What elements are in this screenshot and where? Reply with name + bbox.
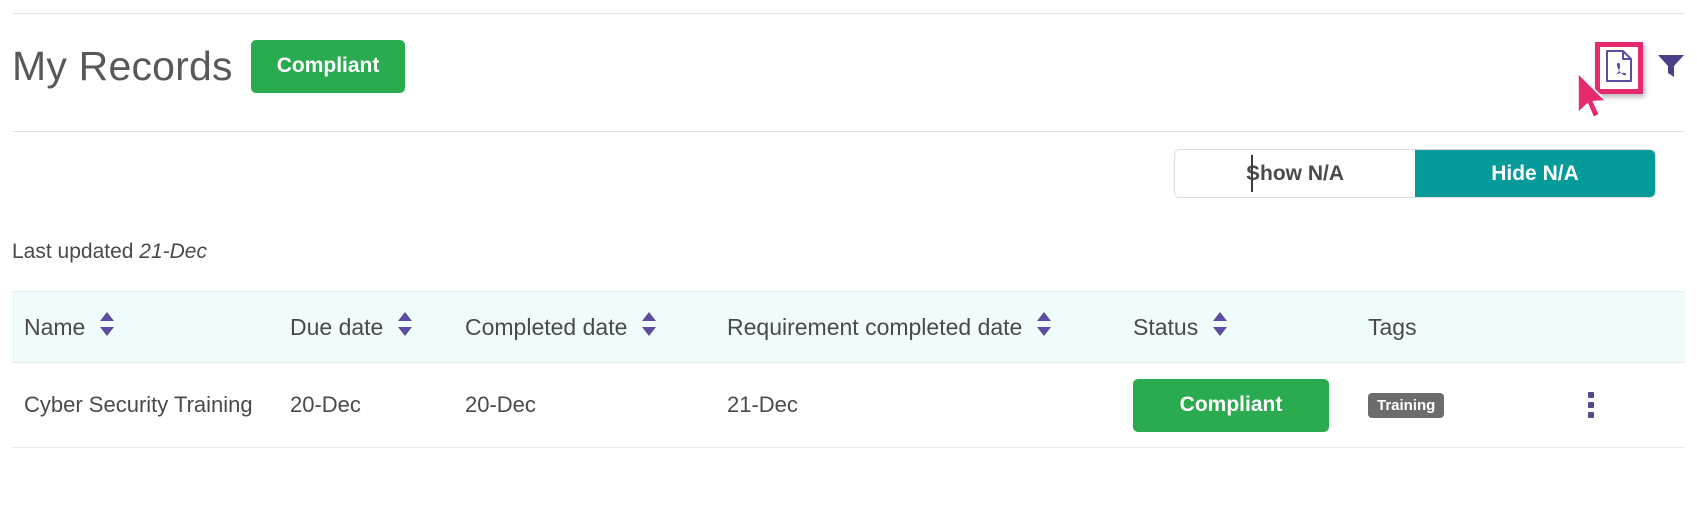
show-na-button[interactable]: Show N/A (1175, 150, 1415, 197)
my-records-page: My Records Compliant Show N/A Hide N/A L… (0, 0, 1697, 522)
row-status-badge[interactable]: Compliant (1133, 378, 1329, 432)
kebab-dot (1588, 402, 1594, 408)
cell-tags: Training (1368, 392, 1578, 418)
column-header-status-label: Status (1133, 313, 1199, 340)
header-bottom-divider (12, 131, 1685, 132)
column-header-name[interactable]: Name (12, 311, 290, 343)
last-updated-value: 21-Dec (139, 240, 207, 263)
hide-na-button[interactable]: Hide N/A (1415, 150, 1655, 197)
cell-status: Compliant (1133, 378, 1368, 432)
filter-funnel-icon[interactable] (1657, 53, 1685, 79)
sort-arrows-icon[interactable] (98, 311, 116, 343)
tag-chip: Training (1368, 392, 1445, 418)
top-divider (12, 13, 1685, 14)
page-title: My Records (12, 42, 233, 89)
column-header-requirement-completed-date-label: Requirement completed date (727, 313, 1023, 340)
page-header: My Records Compliant (0, 22, 1697, 110)
column-header-name-label: Name (24, 313, 86, 340)
table-row[interactable]: Cyber Security Training 20-Dec 20-Dec 21… (12, 363, 1685, 448)
sort-arrows-icon[interactable] (396, 311, 414, 343)
text-caret (1251, 155, 1253, 192)
column-header-tags: Tags (1368, 314, 1578, 341)
kebab-menu-icon[interactable] (1578, 388, 1604, 422)
last-updated-prefix: Last updated (12, 240, 134, 263)
cell-due-date: 20-Dec (290, 392, 361, 417)
na-filter-toggle-group: Show N/A Hide N/A (1175, 150, 1655, 197)
column-header-completed-date-label: Completed date (465, 313, 628, 340)
sort-arrows-icon[interactable] (1035, 311, 1053, 343)
cell-actions (1578, 388, 1678, 422)
kebab-dot (1588, 392, 1594, 398)
column-header-status[interactable]: Status (1133, 311, 1368, 343)
cell-completed-date: 20-Dec (465, 392, 536, 417)
cell-name: Cyber Security Training (24, 392, 253, 417)
kebab-dot (1588, 412, 1594, 418)
column-header-tags-label: Tags (1368, 313, 1417, 340)
sort-arrows-icon[interactable] (1211, 311, 1229, 343)
column-header-due-date[interactable]: Due date (290, 311, 465, 343)
export-pdf-button[interactable] (1595, 42, 1643, 94)
pdf-button-highlight-box (1595, 42, 1643, 94)
sort-arrows-icon[interactable] (640, 311, 658, 343)
header-actions (1595, 42, 1685, 94)
table-header-row: Name Due date Completed date Requirement… (12, 291, 1685, 363)
last-updated-label: Last updated 21-Dec (12, 240, 207, 264)
records-table: Name Due date Completed date Requirement… (12, 291, 1685, 448)
cell-requirement-completed-date: 21-Dec (727, 392, 798, 417)
column-header-completed-date[interactable]: Completed date (465, 311, 727, 343)
column-header-requirement-completed-date[interactable]: Requirement completed date (727, 311, 1133, 343)
overall-status-badge[interactable]: Compliant (250, 39, 406, 93)
column-header-due-date-label: Due date (290, 313, 384, 340)
